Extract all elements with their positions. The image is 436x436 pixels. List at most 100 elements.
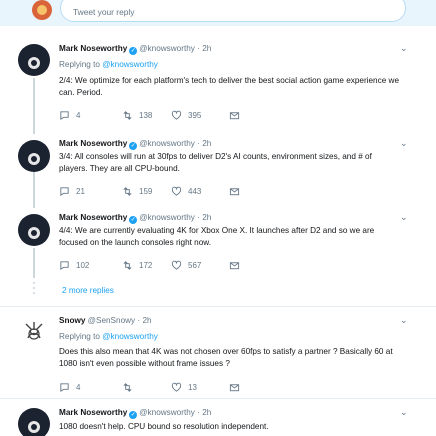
- tweet-text: Does this also mean that 4K was not chos…: [59, 347, 393, 368]
- like-icon: [171, 382, 182, 392]
- tweet-header: Mark Noseworthy ✓ @knowsworthy · 2h: [59, 44, 212, 55]
- thread-line: [33, 248, 35, 278]
- reply-placeholder: Tweet your reply: [73, 7, 135, 17]
- verified-icon: ✓: [129, 216, 138, 224]
- display-name[interactable]: Snowy: [59, 316, 85, 325]
- verified-icon: ✓: [129, 142, 138, 150]
- reply-count: 102: [76, 261, 90, 270]
- tweet-text: 1080 doesn't help. CPU bound so resoluti…: [59, 422, 269, 431]
- tweet-header: Mark Noseworthy ✓ @knowsworthy · 2h: [59, 408, 212, 419]
- message-icon: [229, 384, 240, 392]
- reply-button[interactable]: 102: [59, 260, 89, 271]
- tweet-actions: 4 13: [59, 382, 359, 396]
- retweet-count: 138: [139, 111, 153, 120]
- retweet-button[interactable]: 159: [122, 186, 152, 197]
- tweet-actions: 4 138 395: [59, 110, 359, 124]
- retweet-icon: [123, 261, 132, 270]
- tweet-text: 2/4: We optimize for each platform's tec…: [59, 76, 400, 97]
- avatar[interactable]: [18, 408, 50, 436]
- retweet-icon: [123, 187, 132, 196]
- message-icon: [229, 112, 240, 120]
- tweet-actions: 21 159 443: [59, 186, 359, 200]
- direct-message-button[interactable]: [229, 186, 240, 197]
- like-count: 567: [188, 261, 202, 270]
- handle[interactable]: @knowsworthy: [139, 44, 195, 53]
- tweet-text: 4/4: We are currently evaluating 4K for …: [59, 226, 375, 247]
- like-button[interactable]: 567: [171, 260, 201, 271]
- message-icon: [229, 188, 240, 196]
- reply-button[interactable]: 21: [59, 186, 85, 197]
- retweet-count: 172: [139, 261, 153, 270]
- tweet-header: Mark Noseworthy ✓ @knowsworthy · 2h: [59, 213, 212, 224]
- verified-icon: ✓: [129, 411, 138, 419]
- direct-message-button[interactable]: [229, 110, 240, 121]
- reply-compose-bar: Tweet your reply: [0, 0, 436, 26]
- replying-to: Replying to @knowsworthy: [59, 332, 158, 341]
- reply-icon: [60, 111, 69, 121]
- handle[interactable]: @knowsworthy: [139, 139, 195, 148]
- timestamp[interactable]: 2h: [142, 316, 151, 325]
- reply-button[interactable]: 4: [59, 110, 80, 121]
- snowy-avatar-icon: [25, 322, 43, 340]
- thread-line: [33, 172, 35, 208]
- display-name[interactable]: Mark Noseworthy: [59, 44, 127, 53]
- replying-to-link[interactable]: @knowsworthy: [102, 332, 158, 341]
- retweet-icon: [123, 111, 132, 120]
- replying-to-link[interactable]: @knowsworthy: [102, 60, 158, 69]
- reply-icon: [60, 383, 69, 393]
- avatar[interactable]: [18, 44, 50, 76]
- retweet-button[interactable]: [122, 382, 139, 393]
- reply-count: 21: [76, 187, 85, 196]
- divider: [0, 398, 436, 399]
- like-count: 443: [188, 187, 202, 196]
- handle[interactable]: @knowsworthy: [139, 408, 195, 417]
- avatar[interactable]: [18, 140, 50, 172]
- tweet-header: Snowy @SenSnowy · 2h: [59, 316, 152, 325]
- tweet-header: Mark Noseworthy ✓ @knowsworthy · 2h: [59, 139, 212, 150]
- retweet-button[interactable]: 172: [122, 260, 152, 271]
- avatar[interactable]: [18, 316, 50, 348]
- like-icon: [171, 186, 182, 196]
- user-avatar[interactable]: [32, 0, 52, 20]
- avatar[interactable]: [18, 214, 50, 246]
- chevron-down-icon[interactable]: ⌄: [400, 315, 408, 326]
- timestamp[interactable]: 2h: [202, 408, 211, 417]
- handle[interactable]: @knowsworthy: [139, 213, 195, 222]
- verified-icon: ✓: [129, 47, 138, 55]
- more-replies-dots: [33, 282, 35, 297]
- thread-line: [33, 78, 35, 134]
- like-icon: [171, 260, 182, 270]
- chevron-down-icon[interactable]: ⌄: [400, 407, 408, 418]
- direct-message-button[interactable]: [229, 260, 240, 271]
- reply-count: 4: [76, 383, 81, 392]
- retweet-button[interactable]: 138: [122, 110, 152, 121]
- like-icon: [171, 110, 182, 120]
- timestamp[interactable]: 2h: [202, 44, 211, 53]
- message-icon: [229, 262, 240, 270]
- like-button[interactable]: 443: [171, 186, 201, 197]
- direct-message-button[interactable]: [229, 382, 240, 393]
- chevron-down-icon[interactable]: ⌄: [400, 212, 408, 223]
- reply-input[interactable]: Tweet your reply: [60, 0, 406, 22]
- display-name[interactable]: Mark Noseworthy: [59, 213, 127, 222]
- like-button[interactable]: 395: [171, 110, 201, 121]
- timestamp[interactable]: 2h: [202, 139, 211, 148]
- tweet-thread: Tweet your reply Mark Noseworthy ✓ @knowsw…: [0, 0, 436, 436]
- divider: [0, 306, 436, 307]
- replying-to: Replying to @knowsworthy: [59, 60, 158, 69]
- more-replies-link[interactable]: 2 more replies: [62, 286, 114, 295]
- timestamp[interactable]: 2h: [202, 213, 211, 222]
- like-count: 395: [188, 111, 202, 120]
- like-count: 13: [188, 383, 197, 392]
- display-name[interactable]: Mark Noseworthy: [59, 139, 127, 148]
- like-button[interactable]: 13: [171, 382, 197, 393]
- chevron-down-icon[interactable]: ⌄: [400, 138, 408, 149]
- handle[interactable]: @SenSnowy: [88, 316, 135, 325]
- tweet-text: 3/4: All consoles will run at 30fps to d…: [59, 152, 372, 173]
- display-name[interactable]: Mark Noseworthy: [59, 408, 127, 417]
- reply-icon: [60, 261, 69, 271]
- retweet-icon: [123, 383, 132, 392]
- reply-count: 4: [76, 111, 81, 120]
- reply-button[interactable]: 4: [59, 382, 80, 393]
- chevron-down-icon[interactable]: ⌄: [400, 43, 408, 54]
